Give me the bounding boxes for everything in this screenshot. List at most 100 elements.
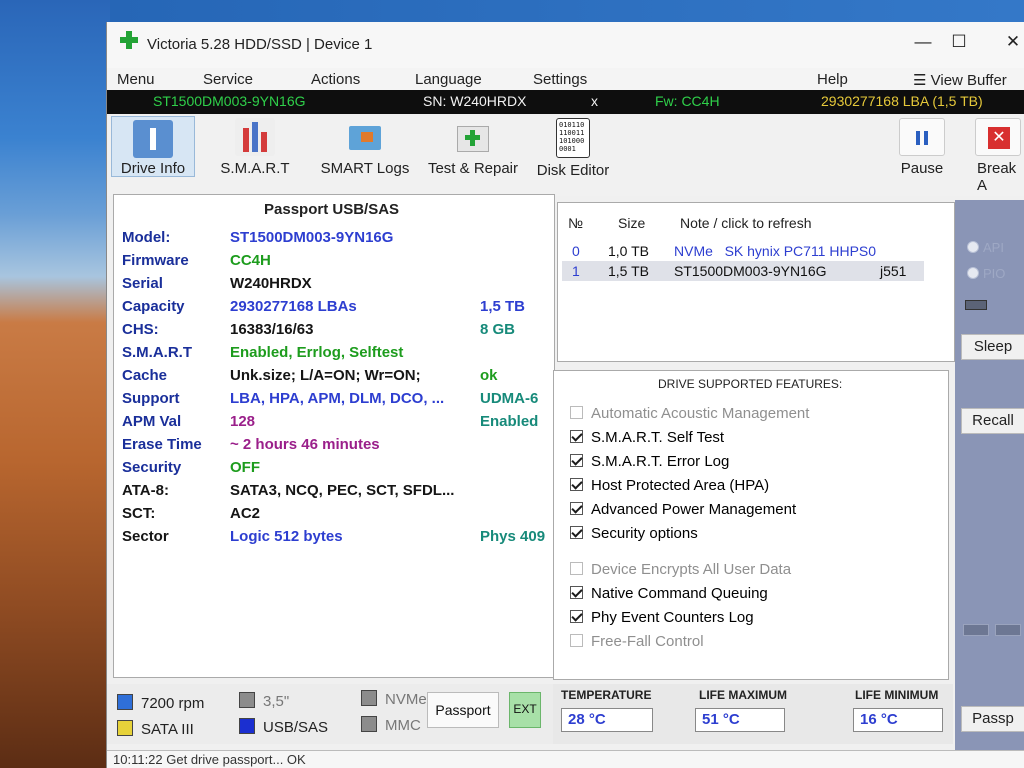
row-label: APM Val: [122, 413, 182, 430]
recall-button[interactable]: Recall: [961, 408, 1024, 434]
test-plus-icon: [453, 118, 493, 156]
sleep-button[interactable]: Sleep: [961, 334, 1024, 360]
row-label: SCT:: [122, 505, 156, 522]
title-bar[interactable]: Victoria 5.28 HDD/SSD | Device 1 — ☐ ✕: [107, 22, 1024, 68]
menu-item-menu[interactable]: Menu: [117, 71, 155, 88]
small-indicator-2: [995, 624, 1021, 636]
test-repair-label: Test & Repair: [427, 160, 519, 177]
passport-button[interactable]: Passport: [427, 692, 499, 728]
feature-label: Automatic Acoustic Management: [591, 405, 810, 422]
feature-hpa[interactable]: Host Protected Area (HPA): [570, 477, 769, 494]
menu-bar: Menu Service Actions Language Settings H…: [107, 68, 1024, 106]
smart-button[interactable]: S.M.A.R.T: [215, 118, 295, 177]
row-value: Unk.size; L/A=ON; Wr=ON;: [230, 367, 421, 384]
drive-size: 1,0 TB: [608, 243, 649, 259]
minimize-button[interactable]: —: [913, 32, 933, 52]
row-label: CHS:: [122, 321, 159, 338]
window-title: Victoria 5.28 HDD/SSD | Device 1: [147, 36, 373, 53]
row-extra: 1,5 TB: [480, 298, 526, 315]
row-label: Sector: [122, 528, 169, 545]
drive-firmware: Fw: CC4H: [655, 93, 720, 109]
pause-button[interactable]: Pause: [895, 118, 949, 177]
menu-item-help[interactable]: Help: [817, 71, 848, 88]
drive-info-button[interactable]: Drive Info: [111, 116, 195, 177]
drive-info-label: Drive Info: [120, 160, 186, 177]
close-button[interactable]: ✕: [1003, 32, 1023, 52]
menu-item-language[interactable]: Language: [415, 71, 482, 88]
maximize-button[interactable]: ☐: [949, 32, 969, 52]
smart-label: S.M.A.R.T: [220, 160, 290, 177]
col-header-no: №: [568, 215, 584, 231]
menu-item-actions[interactable]: Actions: [311, 71, 360, 88]
feature-smart-self-test[interactable]: S.M.A.R.T. Self Test: [570, 429, 724, 446]
feature-security-options[interactable]: Security options: [570, 525, 698, 542]
checkbox-checked-icon: [570, 586, 583, 599]
drive-no: 1: [572, 263, 580, 279]
api-label: API: [983, 240, 1004, 255]
col-header-size: Size: [618, 215, 646, 231]
feature-label: Native Command Queuing: [591, 585, 768, 602]
mmc-label: MMC: [385, 717, 421, 734]
feature-ncq[interactable]: Native Command Queuing: [570, 585, 768, 602]
passp-button[interactable]: Passp: [961, 706, 1024, 732]
feature-aam[interactable]: Automatic Acoustic Management: [570, 405, 809, 422]
radio-icon: [967, 267, 979, 279]
row-value: ST1500DM003-9YN16G: [230, 229, 394, 246]
row-label: Firmware: [122, 252, 189, 269]
row-extra: UDMA-6: [480, 390, 539, 407]
sata-label: SATA III: [141, 721, 194, 738]
feature-phy-event-log[interactable]: Phy Event Counters Log: [570, 609, 754, 626]
blue-square-icon: [239, 718, 255, 734]
row-value: Enabled, Errlog, Selftest: [230, 344, 404, 361]
row-label: Support: [122, 390, 180, 407]
menu-item-service[interactable]: Service: [203, 71, 253, 88]
drive-tag: j551: [880, 263, 907, 279]
smart-logs-button[interactable]: SMART Logs: [315, 118, 415, 177]
checkbox-icon: [570, 562, 583, 575]
drive-size: 1,5 TB: [608, 263, 649, 279]
row-value: LBA, HPA, APM, DLM, DCO, ...: [230, 390, 445, 407]
test-repair-button[interactable]: Test & Repair: [423, 118, 523, 177]
life-min-label: LIFE MINIMUM: [855, 688, 939, 702]
gray-square-icon: [361, 690, 377, 706]
col-header-note[interactable]: Note / click to refresh: [680, 215, 812, 231]
feature-device-encrypts[interactable]: Device Encrypts All User Data: [570, 561, 791, 578]
ext-button[interactable]: EXT: [509, 692, 541, 728]
checkbox-checked-icon: [570, 454, 583, 467]
selected-drive-bar[interactable]: ST1500DM003-9YN16G SN: W240HRDX x Fw: CC…: [107, 90, 1024, 114]
feature-label: Host Protected Area (HPA): [591, 477, 770, 494]
feature-smart-error-log[interactable]: S.M.A.R.T. Error Log: [570, 453, 729, 470]
break-button[interactable]: ✕ Break A: [973, 118, 1024, 194]
row-label: Capacity: [122, 298, 185, 315]
drive-row-1[interactable]: 1 1,5 TB ST1500DM003-9YN16G j551: [562, 261, 924, 281]
row-value: AC2: [230, 505, 261, 522]
victoria-cross-icon: [119, 30, 139, 50]
feature-free-fall[interactable]: Free-Fall Control: [570, 633, 704, 650]
smart-logs-label: SMART Logs: [320, 160, 410, 177]
drive-lba: 2930277168 LBA (1,5 TB): [821, 93, 983, 109]
break-label: Break A: [977, 160, 1017, 194]
feature-label: Phy Event Counters Log: [591, 609, 754, 626]
pio-radio[interactable]: PIO: [967, 266, 1005, 281]
menu-item-settings[interactable]: Settings: [533, 71, 587, 88]
features-title: DRIVE SUPPORTED FEATURES:: [658, 377, 843, 391]
status-panel: 7200 rpm 3,5" NVMe SATA III USB/SAS MMC …: [107, 684, 553, 744]
row-value: CC4H: [230, 252, 271, 269]
feature-apm[interactable]: Advanced Power Management: [570, 501, 796, 518]
drive-serial: SN: W240HRDX: [423, 93, 527, 109]
row-extra: Phys 409: [480, 528, 546, 545]
victoria-window: Victoria 5.28 HDD/SSD | Device 1 — ☐ ✕ M…: [106, 22, 1024, 768]
drive-row-0[interactable]: 0 1,0 TB NVMe SK hynix PC711 HHPS0: [562, 241, 924, 261]
life-max-value: 51 °C: [695, 708, 785, 732]
row-value: W240HRDX: [230, 275, 312, 292]
disk-editor-button[interactable]: 010110 110011 101000 0001 Disk Editor: [535, 118, 611, 179]
smart-bars-icon: [235, 118, 275, 156]
life-min-block: LIFE MINIMUM 16 °C: [841, 684, 953, 744]
drive-close-x[interactable]: x: [591, 93, 598, 109]
list-icon: ☰: [913, 72, 931, 89]
drive-note: NVMe SK hynix PC711 HHPS0: [674, 243, 877, 259]
row-label: Serial: [122, 275, 163, 292]
api-radio[interactable]: API: [967, 240, 1004, 255]
yellow-square-icon: [117, 720, 133, 736]
feature-label: S.M.A.R.T. Error Log: [591, 453, 730, 470]
